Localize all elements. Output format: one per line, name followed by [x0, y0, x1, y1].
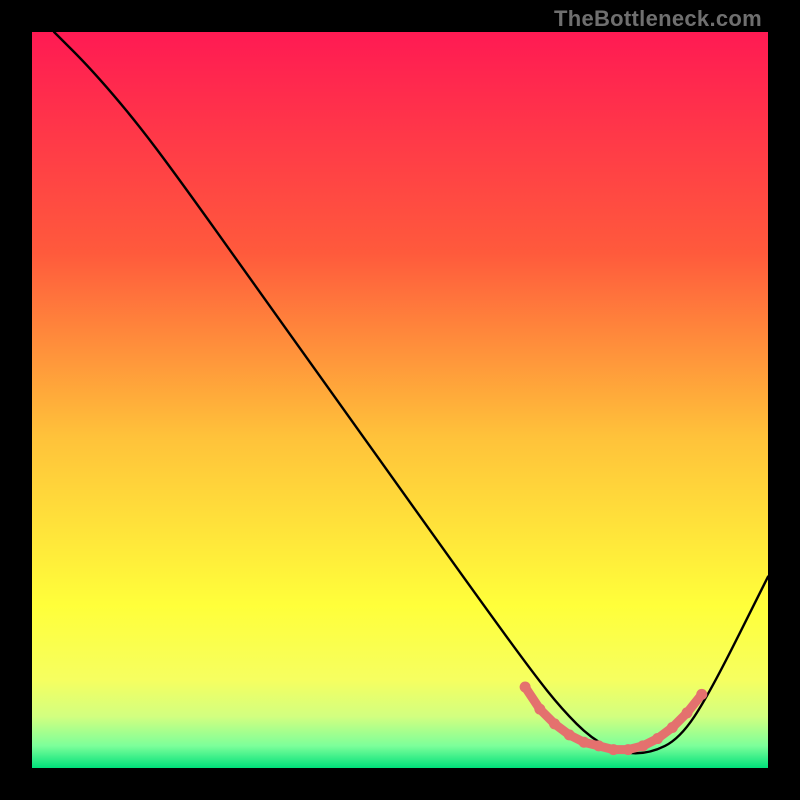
valley-dot: [696, 689, 707, 700]
valley-dot: [637, 740, 648, 751]
valley-dot: [667, 722, 678, 733]
valley-dot: [564, 729, 575, 740]
valley-dot: [579, 737, 590, 748]
chart-canvas: [32, 32, 768, 768]
chart-frame: [32, 32, 768, 768]
valley-dot: [593, 740, 604, 751]
chart-background: [32, 32, 768, 768]
watermark-text: TheBottleneck.com: [554, 6, 762, 32]
valley-dot: [623, 744, 634, 755]
valley-dot: [652, 733, 663, 744]
valley-dot: [682, 707, 693, 718]
valley-dot: [549, 718, 560, 729]
valley-dot: [534, 704, 545, 715]
valley-dot: [520, 682, 531, 693]
valley-dot: [608, 744, 619, 755]
